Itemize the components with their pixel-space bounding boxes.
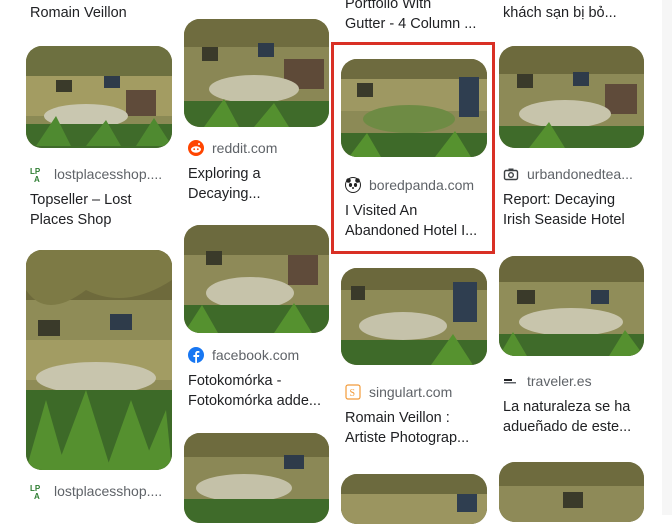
result-thumbnail[interactable] [184, 225, 329, 333]
scrollbar[interactable] [662, 0, 672, 515]
result-source[interactable]: LP A lostplacesshop.... [30, 481, 172, 501]
result-title[interactable]: Artiste Photograp... [345, 428, 487, 448]
abandoned-room-image [184, 19, 329, 127]
result-title[interactable]: adueñado de este... [503, 417, 645, 437]
result-title[interactable]: Fotokomórka adde... [188, 391, 328, 411]
singulart-icon: S [345, 384, 361, 400]
result-title[interactable]: Decaying... [188, 184, 328, 204]
result-thumbnail[interactable] [499, 46, 644, 148]
result-thumbnail[interactable] [341, 268, 487, 365]
result-source[interactable]: facebook.com [188, 345, 328, 365]
result-title[interactable]: Irish Seaside Hotel [503, 210, 645, 230]
abandoned-room-image [499, 46, 644, 148]
result-thumbnail[interactable] [26, 46, 172, 148]
abandoned-room-image [26, 250, 172, 470]
result-thumbnail[interactable] [499, 256, 644, 356]
abandoned-room-image [184, 433, 329, 523]
abandoned-room-image [499, 256, 644, 356]
result-title[interactable]: Places Shop [30, 210, 172, 230]
camera-icon [503, 166, 519, 182]
result-thumbnail[interactable] [499, 462, 644, 522]
facebook-icon [188, 347, 204, 363]
result-title[interactable]: Portfolio With [345, 0, 487, 14]
result-title[interactable]: Fotokomórka - [188, 371, 328, 391]
reddit-icon [188, 140, 204, 156]
result-title[interactable]: Romain Veillon : [345, 408, 487, 428]
result-title[interactable]: khách sạn bị bỏ... [503, 3, 643, 23]
result-title[interactable]: La naturaleza se ha [503, 397, 645, 417]
lp-icon: LP A [30, 483, 46, 499]
result-source[interactable]: urbandonedtea... [503, 164, 645, 184]
svg-text:A: A [34, 175, 40, 182]
result-source[interactable]: LP A lostplacesshop.... [30, 164, 172, 184]
abandoned-room-image [341, 268, 487, 365]
abandoned-room-image [184, 225, 329, 333]
abandoned-room-image [26, 46, 172, 148]
abandoned-room-image [499, 462, 644, 522]
result-source[interactable]: traveler.es [503, 371, 645, 391]
traveler-icon [503, 373, 519, 389]
result-thumbnail[interactable] [184, 433, 329, 523]
result-thumbnail[interactable] [341, 474, 487, 524]
svg-text:A: A [34, 492, 40, 499]
lp-icon: LP A [30, 166, 46, 182]
result-source[interactable]: reddit.com [188, 138, 328, 158]
abandoned-room-image [341, 474, 487, 524]
result-title[interactable]: Report: Decaying [503, 190, 645, 210]
result-title[interactable]: Topseller – Lost [30, 190, 172, 210]
result-title[interactable]: Romain Veillon [30, 3, 170, 23]
svg-text:S: S [350, 388, 356, 399]
result-title[interactable]: Exploring a [188, 164, 328, 184]
result-source[interactable]: S singulart.com [345, 382, 487, 402]
result-title[interactable]: Gutter - 4 Column ... [345, 14, 487, 34]
selected-result-highlight [331, 42, 495, 254]
result-thumbnail[interactable] [26, 250, 172, 470]
result-thumbnail[interactable] [184, 19, 329, 127]
